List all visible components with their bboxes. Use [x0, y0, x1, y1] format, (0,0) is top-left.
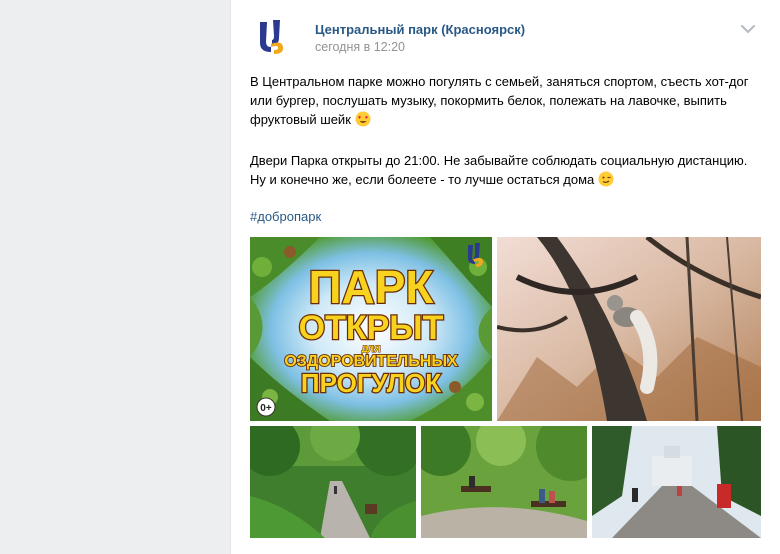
hashtag-link[interactable]: #добропарк [250, 209, 321, 224]
photo-squirrel[interactable] [497, 237, 761, 421]
chevron-down-icon[interactable] [741, 24, 755, 34]
photo-park-open-poster[interactable]: ПАРК ОТКРЫТ ДЛЯ ОЗДОРОВИТЕЛЬНЫХ ПРОГУЛОК… [250, 237, 492, 421]
winking-face-icon [598, 171, 614, 192]
poster-title: ПАРК [308, 261, 434, 313]
photo-park-alley-2[interactable] [421, 426, 587, 538]
heart-eyes-emoji-icon [355, 111, 371, 132]
photo-park-alley-1[interactable] [250, 426, 416, 538]
avatar[interactable] [249, 14, 293, 58]
post-text: В Центральном парке можно погулять с сем… [250, 72, 765, 192]
poster-line: ПРОГУЛОК [301, 368, 441, 398]
post-paragraph: В Центральном парке можно погулять с сем… [250, 72, 765, 132]
author-name[interactable]: Центральный парк (Красноярск) [315, 22, 525, 37]
age-rating-badge: 0+ [260, 403, 272, 414]
post-time[interactable]: сегодня в 12:20 [315, 40, 405, 54]
post-paragraph-text: В Центральном парке можно погулять с сем… [250, 74, 749, 127]
photo-park-alley-3[interactable] [592, 426, 761, 538]
post-paragraph-text: Двери Парка открыты до 21:00. Не забывай… [250, 153, 748, 187]
post-paragraph: Двери Парка открыты до 21:00. Не забывай… [250, 151, 765, 192]
poster-subtitle: ОТКРЫТ [299, 309, 444, 347]
